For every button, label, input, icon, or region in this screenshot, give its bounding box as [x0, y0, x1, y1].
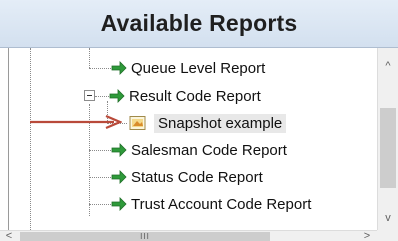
scroll-down-button[interactable]: v [378, 208, 398, 228]
tree-guide-line [89, 204, 111, 205]
tree-item-label: Snapshot example [154, 113, 287, 133]
vertical-scroll-thumb[interactable] [380, 108, 396, 188]
collapse-toggle[interactable] [84, 90, 95, 101]
vertical-scrollbar[interactable]: ^ v [377, 48, 398, 230]
tree-item-trust-account-code-report[interactable]: Trust Account Code Report [111, 193, 311, 215]
report-arrow-icon [109, 89, 125, 103]
scroll-right-button[interactable]: > [360, 229, 374, 241]
tree-item-result-code-report[interactable]: Result Code Report [109, 85, 261, 107]
tree-guide-line [89, 177, 111, 178]
tree-item-label: Queue Level Report [131, 59, 266, 77]
tree-item-queue-level-report[interactable]: Queue Level Report [111, 57, 265, 79]
report-arrow-icon [111, 197, 127, 211]
scroll-left-button[interactable]: < [2, 229, 16, 241]
scrollbar-corner [377, 230, 398, 241]
tree-guide-line [89, 48, 90, 68]
scroll-up-button[interactable]: ^ [378, 56, 398, 76]
snapshot-icon [129, 116, 146, 130]
horizontal-scroll-thumb[interactable]: III [20, 232, 270, 241]
panel-title: Available Reports [100, 10, 298, 36]
tree-guide-line [95, 96, 109, 97]
panel-header: Available Reports [0, 0, 398, 48]
tree-guide-line [89, 68, 111, 69]
tree-item-label: Result Code Report [129, 87, 261, 105]
report-arrow-icon [111, 61, 127, 75]
tree-guide-line [89, 150, 111, 151]
report-arrow-icon [111, 170, 127, 184]
scroll-grip-icon: III [140, 232, 150, 241]
tree-item-label: Status Code Report [131, 168, 263, 186]
tree-item-label: Salesman Code Report [131, 141, 287, 159]
tree-item-snapshot-example[interactable]: Snapshot example [129, 112, 287, 134]
horizontal-scrollbar[interactable]: < III > [0, 230, 398, 241]
tree-item-status-code-report[interactable]: Status Code Report [111, 166, 263, 188]
tree-guide-line [30, 48, 31, 230]
tree-border [8, 48, 9, 230]
annotation-arrow-icon [30, 114, 122, 130]
tree-item-label: Trust Account Code Report [131, 195, 312, 213]
tree-item-salesman-code-report[interactable]: Salesman Code Report [111, 139, 287, 161]
report-arrow-icon [111, 143, 127, 157]
